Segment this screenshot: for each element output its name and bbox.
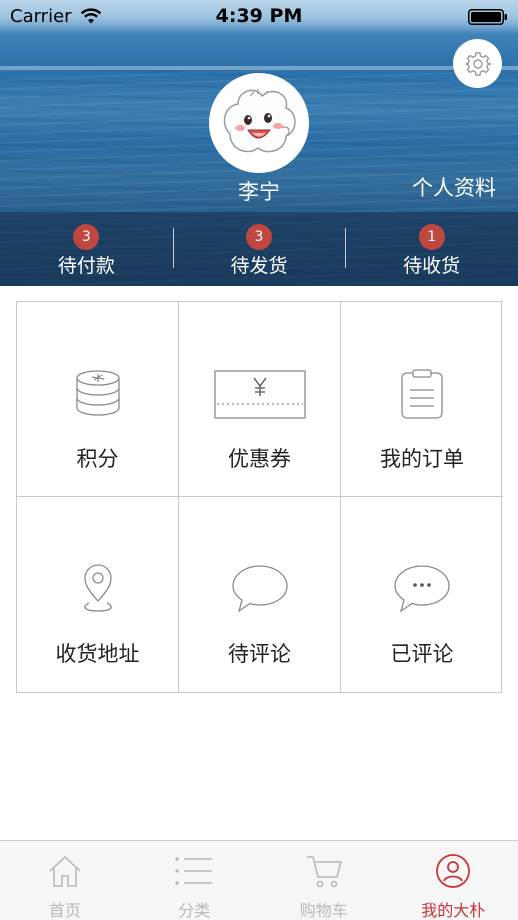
- tab-label: 分类: [178, 901, 211, 920]
- menu-item-coupons[interactable]: 优惠券: [179, 302, 341, 497]
- order-status-bar: 3 待付款 3 待发货 1 待收货: [0, 212, 518, 286]
- speech-bubble-icon: [231, 565, 288, 613]
- speech-bubble-dots-icon: [394, 565, 450, 613]
- count-badge: 3: [73, 224, 100, 250]
- tab-label: 首页: [48, 901, 81, 920]
- settings-button[interactable]: [453, 39, 502, 88]
- cart-icon: [306, 856, 342, 888]
- tab-label: 我的大朴: [421, 901, 486, 920]
- menu-item-pending-review[interactable]: 待评论: [179, 497, 341, 692]
- tab-cart[interactable]: 购物车: [259, 841, 389, 920]
- avatar[interactable]: [209, 73, 309, 173]
- count-badge: 1: [418, 224, 445, 250]
- menu-grid: 积分 优惠券 我的订单 收货地址 待评论 已评论: [16, 301, 503, 693]
- menu-item-shipping-address[interactable]: 收货地址: [17, 497, 179, 692]
- user-icon: [436, 854, 471, 888]
- coins-icon: [75, 370, 120, 416]
- order-status-label: 待付款: [57, 255, 115, 277]
- tab-my-profile[interactable]: 我的大朴: [389, 841, 518, 920]
- order-status-pending-payment[interactable]: 3 待付款: [0, 212, 173, 286]
- status-bar: Carrier 4:39 PM: [0, 0, 518, 34]
- order-status-pending-shipment[interactable]: 3 待发货: [172, 212, 346, 286]
- tab-bar: 首页 分类 购物车 我的大朴: [0, 840, 518, 920]
- menu-item-label: 待评论: [228, 642, 291, 666]
- menu-item-label: 收货地址: [55, 642, 140, 666]
- menu-item-label: 已评论: [390, 642, 454, 666]
- menu-item-my-orders[interactable]: 我的订单: [341, 302, 503, 497]
- battery-icon: [468, 9, 507, 25]
- menu-item-label: 优惠券: [228, 447, 291, 471]
- coupon-icon: [213, 370, 306, 419]
- profile-link[interactable]: 个人资料: [412, 172, 496, 202]
- home-icon: [49, 855, 81, 887]
- status-time: 4:39 PM: [215, 5, 303, 27]
- location-pin-icon: [83, 564, 112, 612]
- order-status-label: 待发货: [230, 255, 288, 277]
- count-badge: 3: [246, 224, 272, 250]
- menu-item-label: 积分: [76, 447, 119, 471]
- clipboard-icon: [401, 369, 443, 419]
- order-status-pending-receipt[interactable]: 1 待收货: [345, 212, 518, 286]
- tab-label: 购物车: [299, 901, 348, 920]
- menu-item-label: 我的订单: [380, 447, 464, 471]
- menu-item-points[interactable]: 积分: [17, 302, 179, 497]
- gear-icon: [464, 51, 491, 76]
- menu-item-reviewed[interactable]: 已评论: [341, 497, 503, 692]
- profile-header: Carrier 4:39 PM 李宁 个人资料 3 待付款 3 待发货 1 待收…: [0, 0, 518, 286]
- order-status-label: 待收货: [403, 255, 461, 277]
- cartoon-avatar-icon: [223, 89, 296, 153]
- list-icon: [175, 857, 213, 885]
- tab-categories[interactable]: 分类: [130, 841, 260, 920]
- tab-home[interactable]: 首页: [0, 841, 130, 920]
